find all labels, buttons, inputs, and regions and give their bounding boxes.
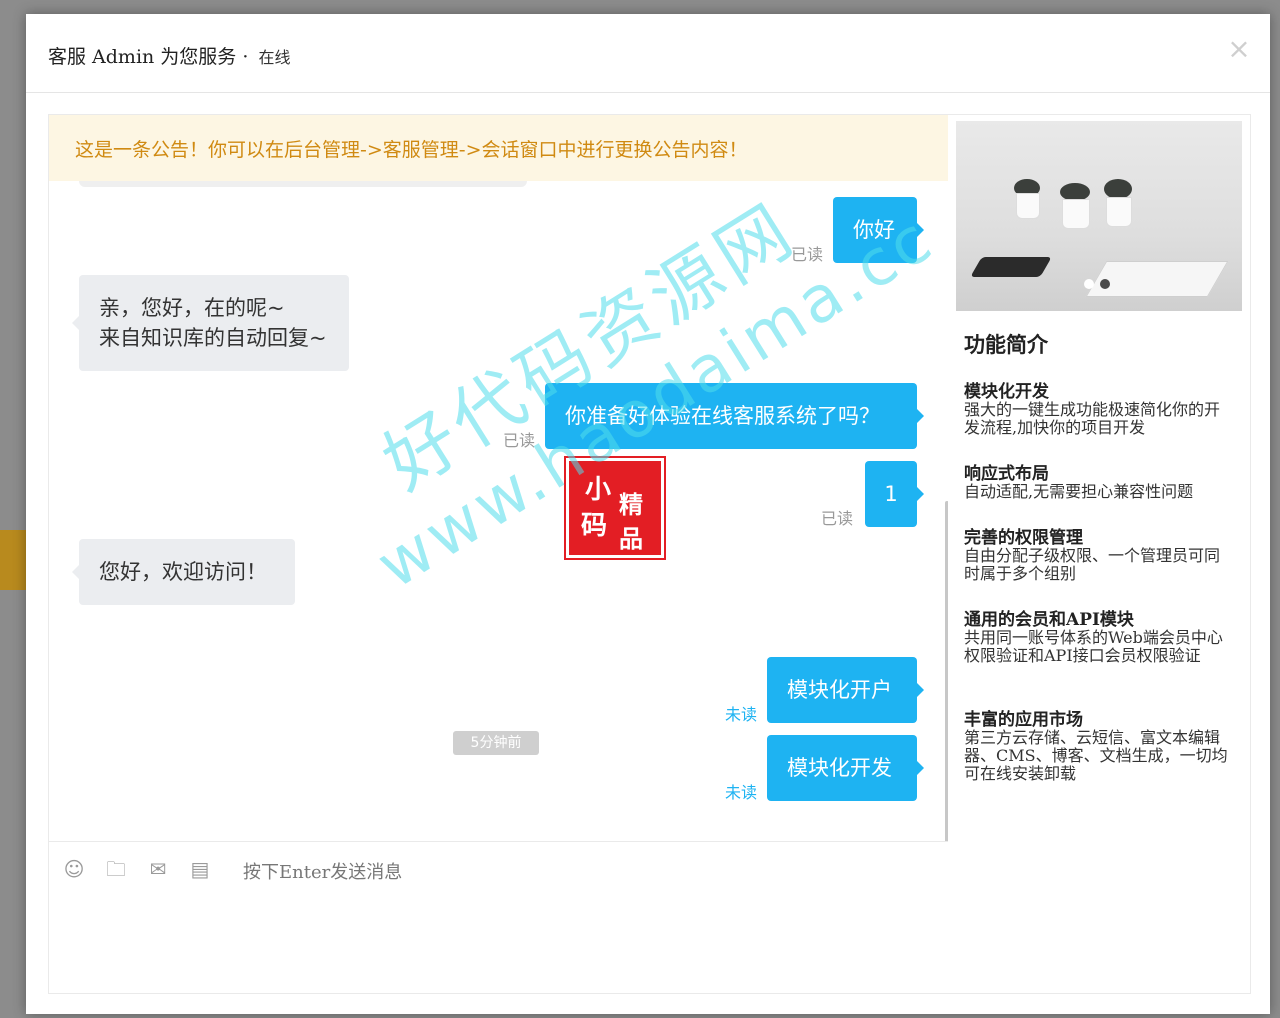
message-bubble-received: 亲，您好，在的呢~ 来自知识库的自动回复~	[72, 275, 349, 371]
feature-sidebar: 功能简介 模块化开发 强大的一键生成功能极速简化你的开发流程,加快你的项目开发 …	[948, 114, 1251, 994]
message-text: 1	[884, 482, 898, 506]
feature-title: 丰富的应用市场	[964, 710, 1083, 730]
feature-description: 自由分配子级权限、一个管理员可同时属于多个组别	[964, 546, 1221, 583]
carousel-dot[interactable]	[1084, 279, 1094, 289]
message-text: 模块化开户	[787, 678, 892, 702]
read-status: 已读	[791, 245, 824, 264]
feature-title: 模块化开发	[964, 382, 1049, 402]
message-text: 你准备好体验在线客服系统了吗？	[565, 404, 880, 428]
online-status: 在线	[258, 48, 291, 67]
stamp-char: 码	[581, 511, 608, 541]
time-divider: 5分钟前	[453, 731, 539, 755]
feature-title: 通用的会员和API模块	[964, 610, 1134, 630]
feature-title: 响应式布局	[964, 464, 1049, 484]
feature-description: 自动适配,无需要担心兼容性问题	[964, 482, 1194, 501]
history-icon[interactable]: ▤	[189, 858, 211, 880]
feature-description: 共用同一账号体系的Web端会员中心权限验证和API接口会员权限验证	[964, 628, 1223, 665]
notice-banner: 这是一条公告！你可以在后台管理->客服管理->会话窗口中进行更换公告内容！	[49, 115, 949, 181]
feature-item: 响应式布局 自动适配,无需要担心兼容性问题	[964, 465, 1234, 501]
message-bubble-received: 您好，欢迎访问！	[72, 539, 295, 605]
feature-section-title: 功能简介	[964, 332, 1048, 357]
feature-item: 完善的权限管理 自由分配子级权限、一个管理员可同时属于多个组别	[964, 529, 1234, 583]
emoji-icon[interactable]: ☺	[63, 858, 85, 880]
feature-title: 完善的权限管理	[964, 528, 1083, 548]
message-text: 模块化开发	[787, 756, 892, 780]
input-area: ☺ 🗀 ✉ ▤	[49, 841, 949, 994]
message-bubble-sent: 1	[865, 461, 924, 527]
dialog-header: 客服 Admin 为您服务 · 在线 ×	[26, 14, 1270, 93]
message-input[interactable]	[241, 856, 885, 888]
read-status: 已读	[503, 431, 536, 450]
background-button-edge	[0, 530, 26, 590]
phone-image	[970, 257, 1052, 277]
folder-icon[interactable]: 🗀	[105, 858, 127, 880]
carousel-dot[interactable]	[1100, 279, 1110, 289]
stamp-char: 小	[585, 475, 612, 505]
feature-description: 强大的一键生成功能极速简化你的开发流程,加快你的项目开发	[964, 400, 1221, 437]
unread-status: 未读	[725, 705, 758, 724]
chat-area: 这是一条公告！你可以在后台管理->客服管理->会话窗口中进行更换公告内容！ 你好…	[48, 114, 950, 994]
message-list[interactable]: 你好 已读 亲，您好，在的呢~ 来自知识库的自动回复~ 你准备好体验在线客服系统…	[49, 181, 949, 841]
feature-item: 通用的会员和API模块 共用同一账号体系的Web端会员中心权限验证和API接口会…	[964, 611, 1234, 665]
message-text-line: 亲，您好，在的呢~	[99, 296, 285, 320]
banner-image	[956, 121, 1242, 311]
stamp-char: 精	[619, 490, 643, 519]
message-bubble-sent: 模块化开户	[767, 657, 924, 723]
title-separator: ·	[242, 46, 249, 68]
stamp-char: 品	[619, 524, 643, 553]
plant-image	[1104, 179, 1132, 199]
file-icon[interactable]: ✉	[147, 858, 169, 880]
dialog-title: 客服 Admin 为您服务 · 在线	[48, 42, 290, 69]
message-text: 您好，欢迎访问！	[99, 560, 267, 584]
message-bubble-sent: 模块化开发	[767, 735, 924, 801]
message-text: 你好	[853, 218, 895, 242]
pot-image	[1062, 199, 1090, 229]
message-bubble-sent: 你准备好体验在线客服系统了吗？	[545, 383, 924, 449]
seal-stamp: 小 精 码 品	[564, 456, 666, 560]
close-icon[interactable]: ×	[1226, 35, 1252, 63]
feature-description: 第三方云存储、云短信、富文本编辑器、CMS、博客、文档生成，一切均可在线安装卸载	[964, 728, 1228, 783]
pot-image	[1016, 193, 1040, 219]
pot-image	[1106, 197, 1132, 227]
agent-title: 客服 Admin 为您服务	[48, 46, 237, 68]
feature-item: 模块化开发 强大的一键生成功能极速简化你的开发流程,加快你的项目开发	[964, 383, 1234, 437]
unread-status: 未读	[725, 783, 758, 802]
message-text-line: 来自知识库的自动回复~	[99, 326, 327, 350]
feature-item: 丰富的应用市场 第三方云存储、云短信、富文本编辑器、CMS、博客、文档生成，一切…	[964, 711, 1234, 783]
read-status: 已读	[821, 509, 854, 528]
message-bubble-sent: 你好	[833, 197, 924, 263]
